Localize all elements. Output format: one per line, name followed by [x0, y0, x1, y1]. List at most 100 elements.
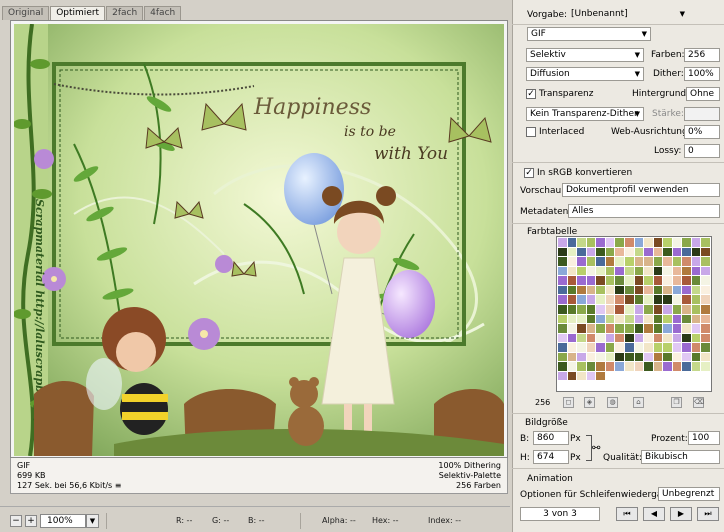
color-swatch[interactable]: [653, 285, 663, 295]
color-swatch[interactable]: [615, 314, 624, 324]
color-swatch[interactable]: [605, 266, 615, 276]
color-reduction-select[interactable]: Selektiv ▼: [526, 48, 644, 62]
metadata-select[interactable]: Alles: [568, 204, 720, 218]
color-swatch[interactable]: [586, 324, 596, 333]
color-swatch[interactable]: [701, 266, 710, 276]
color-swatch[interactable]: [567, 352, 577, 362]
color-swatch[interactable]: [701, 314, 710, 324]
color-table-grid[interactable]: [556, 236, 712, 392]
color-swatch[interactable]: [605, 304, 615, 314]
color-swatch[interactable]: [701, 381, 710, 390]
amount-field[interactable]: [684, 107, 720, 121]
color-swatch[interactable]: [634, 381, 644, 390]
color-swatch[interactable]: [624, 352, 634, 362]
color-swatch[interactable]: [644, 304, 653, 314]
color-swatch[interactable]: [605, 247, 615, 257]
color-swatch[interactable]: [596, 314, 605, 324]
color-swatch[interactable]: [567, 362, 577, 371]
color-swatch[interactable]: [624, 285, 634, 295]
color-swatch[interactable]: [577, 324, 586, 333]
color-swatch[interactable]: [634, 304, 644, 314]
color-swatch[interactable]: [672, 266, 682, 276]
color-swatch[interactable]: [586, 285, 596, 295]
color-swatch[interactable]: [586, 381, 596, 390]
previous-frame-button[interactable]: ◀: [643, 507, 665, 521]
color-swatch[interactable]: [672, 352, 682, 362]
color-swatch[interactable]: [663, 295, 672, 304]
color-swatch[interactable]: [653, 314, 663, 324]
color-swatch[interactable]: [672, 314, 682, 324]
color-swatch[interactable]: [653, 362, 663, 371]
color-swatch[interactable]: [691, 304, 701, 314]
color-swatch[interactable]: [586, 238, 596, 247]
preview-image[interactable]: Happiness is to be with You Scrapmateria…: [14, 24, 504, 456]
color-swatch[interactable]: [624, 304, 634, 314]
color-swatch[interactable]: [558, 371, 567, 381]
tab-original[interactable]: Original: [2, 6, 50, 20]
color-swatch[interactable]: [615, 343, 624, 352]
color-swatch[interactable]: [663, 238, 672, 247]
color-swatch[interactable]: [577, 266, 586, 276]
color-swatch[interactable]: [663, 362, 672, 371]
color-swatch[interactable]: [663, 381, 672, 390]
color-swatch[interactable]: [682, 285, 691, 295]
color-swatch[interactable]: [558, 324, 567, 333]
color-swatch[interactable]: [644, 247, 653, 257]
color-swatch[interactable]: [596, 343, 605, 352]
color-swatch[interactable]: [644, 352, 653, 362]
color-swatch[interactable]: [682, 238, 691, 247]
color-swatch[interactable]: [567, 247, 577, 257]
color-swatch[interactable]: [596, 333, 605, 343]
color-swatch[interactable]: [596, 362, 605, 371]
interlaced-checkbox[interactable]: [526, 127, 536, 137]
web-snap-field[interactable]: 0%: [684, 125, 720, 139]
color-swatch[interactable]: [701, 238, 710, 247]
color-swatch[interactable]: [644, 266, 653, 276]
color-swatch[interactable]: [691, 371, 701, 381]
color-swatch[interactable]: [615, 247, 624, 257]
next-frame-button[interactable]: ⏭: [697, 507, 719, 521]
color-swatch[interactable]: [672, 343, 682, 352]
color-swatch[interactable]: [634, 285, 644, 295]
color-swatch[interactable]: [577, 247, 586, 257]
color-swatch[interactable]: [624, 324, 634, 333]
color-swatch[interactable]: [663, 285, 672, 295]
color-swatch[interactable]: [567, 314, 577, 324]
first-frame-button[interactable]: ⏮: [616, 507, 638, 521]
color-swatch[interactable]: [691, 266, 701, 276]
color-swatch[interactable]: [644, 362, 653, 371]
map-color-icon[interactable]: ◻: [563, 397, 574, 408]
color-swatch[interactable]: [577, 352, 586, 362]
color-swatch[interactable]: [701, 304, 710, 314]
color-swatch[interactable]: [624, 295, 634, 304]
color-swatch[interactable]: [567, 238, 577, 247]
color-swatch[interactable]: [663, 324, 672, 333]
color-swatch[interactable]: [577, 238, 586, 247]
color-swatch[interactable]: [663, 304, 672, 314]
color-swatch[interactable]: [691, 314, 701, 324]
color-swatch[interactable]: [577, 381, 586, 390]
preset-select[interactable]: [Unbenannt] ▼: [568, 8, 688, 22]
color-swatch[interactable]: [577, 257, 586, 266]
color-swatch[interactable]: [615, 371, 624, 381]
color-swatch[interactable]: [634, 276, 644, 285]
color-swatch[interactable]: [672, 247, 682, 257]
color-swatch[interactable]: [682, 371, 691, 381]
color-swatch[interactable]: [567, 257, 577, 266]
color-swatch[interactable]: [663, 343, 672, 352]
color-swatch[interactable]: [596, 276, 605, 285]
color-swatch[interactable]: [567, 343, 577, 352]
color-swatch[interactable]: [558, 352, 567, 362]
color-swatch[interactable]: [586, 343, 596, 352]
color-swatch[interactable]: [605, 314, 615, 324]
color-swatch[interactable]: [567, 324, 577, 333]
color-swatch[interactable]: [577, 343, 586, 352]
trash-icon[interactable]: ⌫: [693, 397, 704, 408]
color-swatch[interactable]: [615, 276, 624, 285]
quality-select[interactable]: Bikubisch: [641, 450, 720, 464]
color-swatch[interactable]: [558, 295, 567, 304]
color-swatch[interactable]: [605, 352, 615, 362]
color-swatch[interactable]: [577, 371, 586, 381]
color-swatch[interactable]: [615, 352, 624, 362]
color-swatch[interactable]: [682, 362, 691, 371]
